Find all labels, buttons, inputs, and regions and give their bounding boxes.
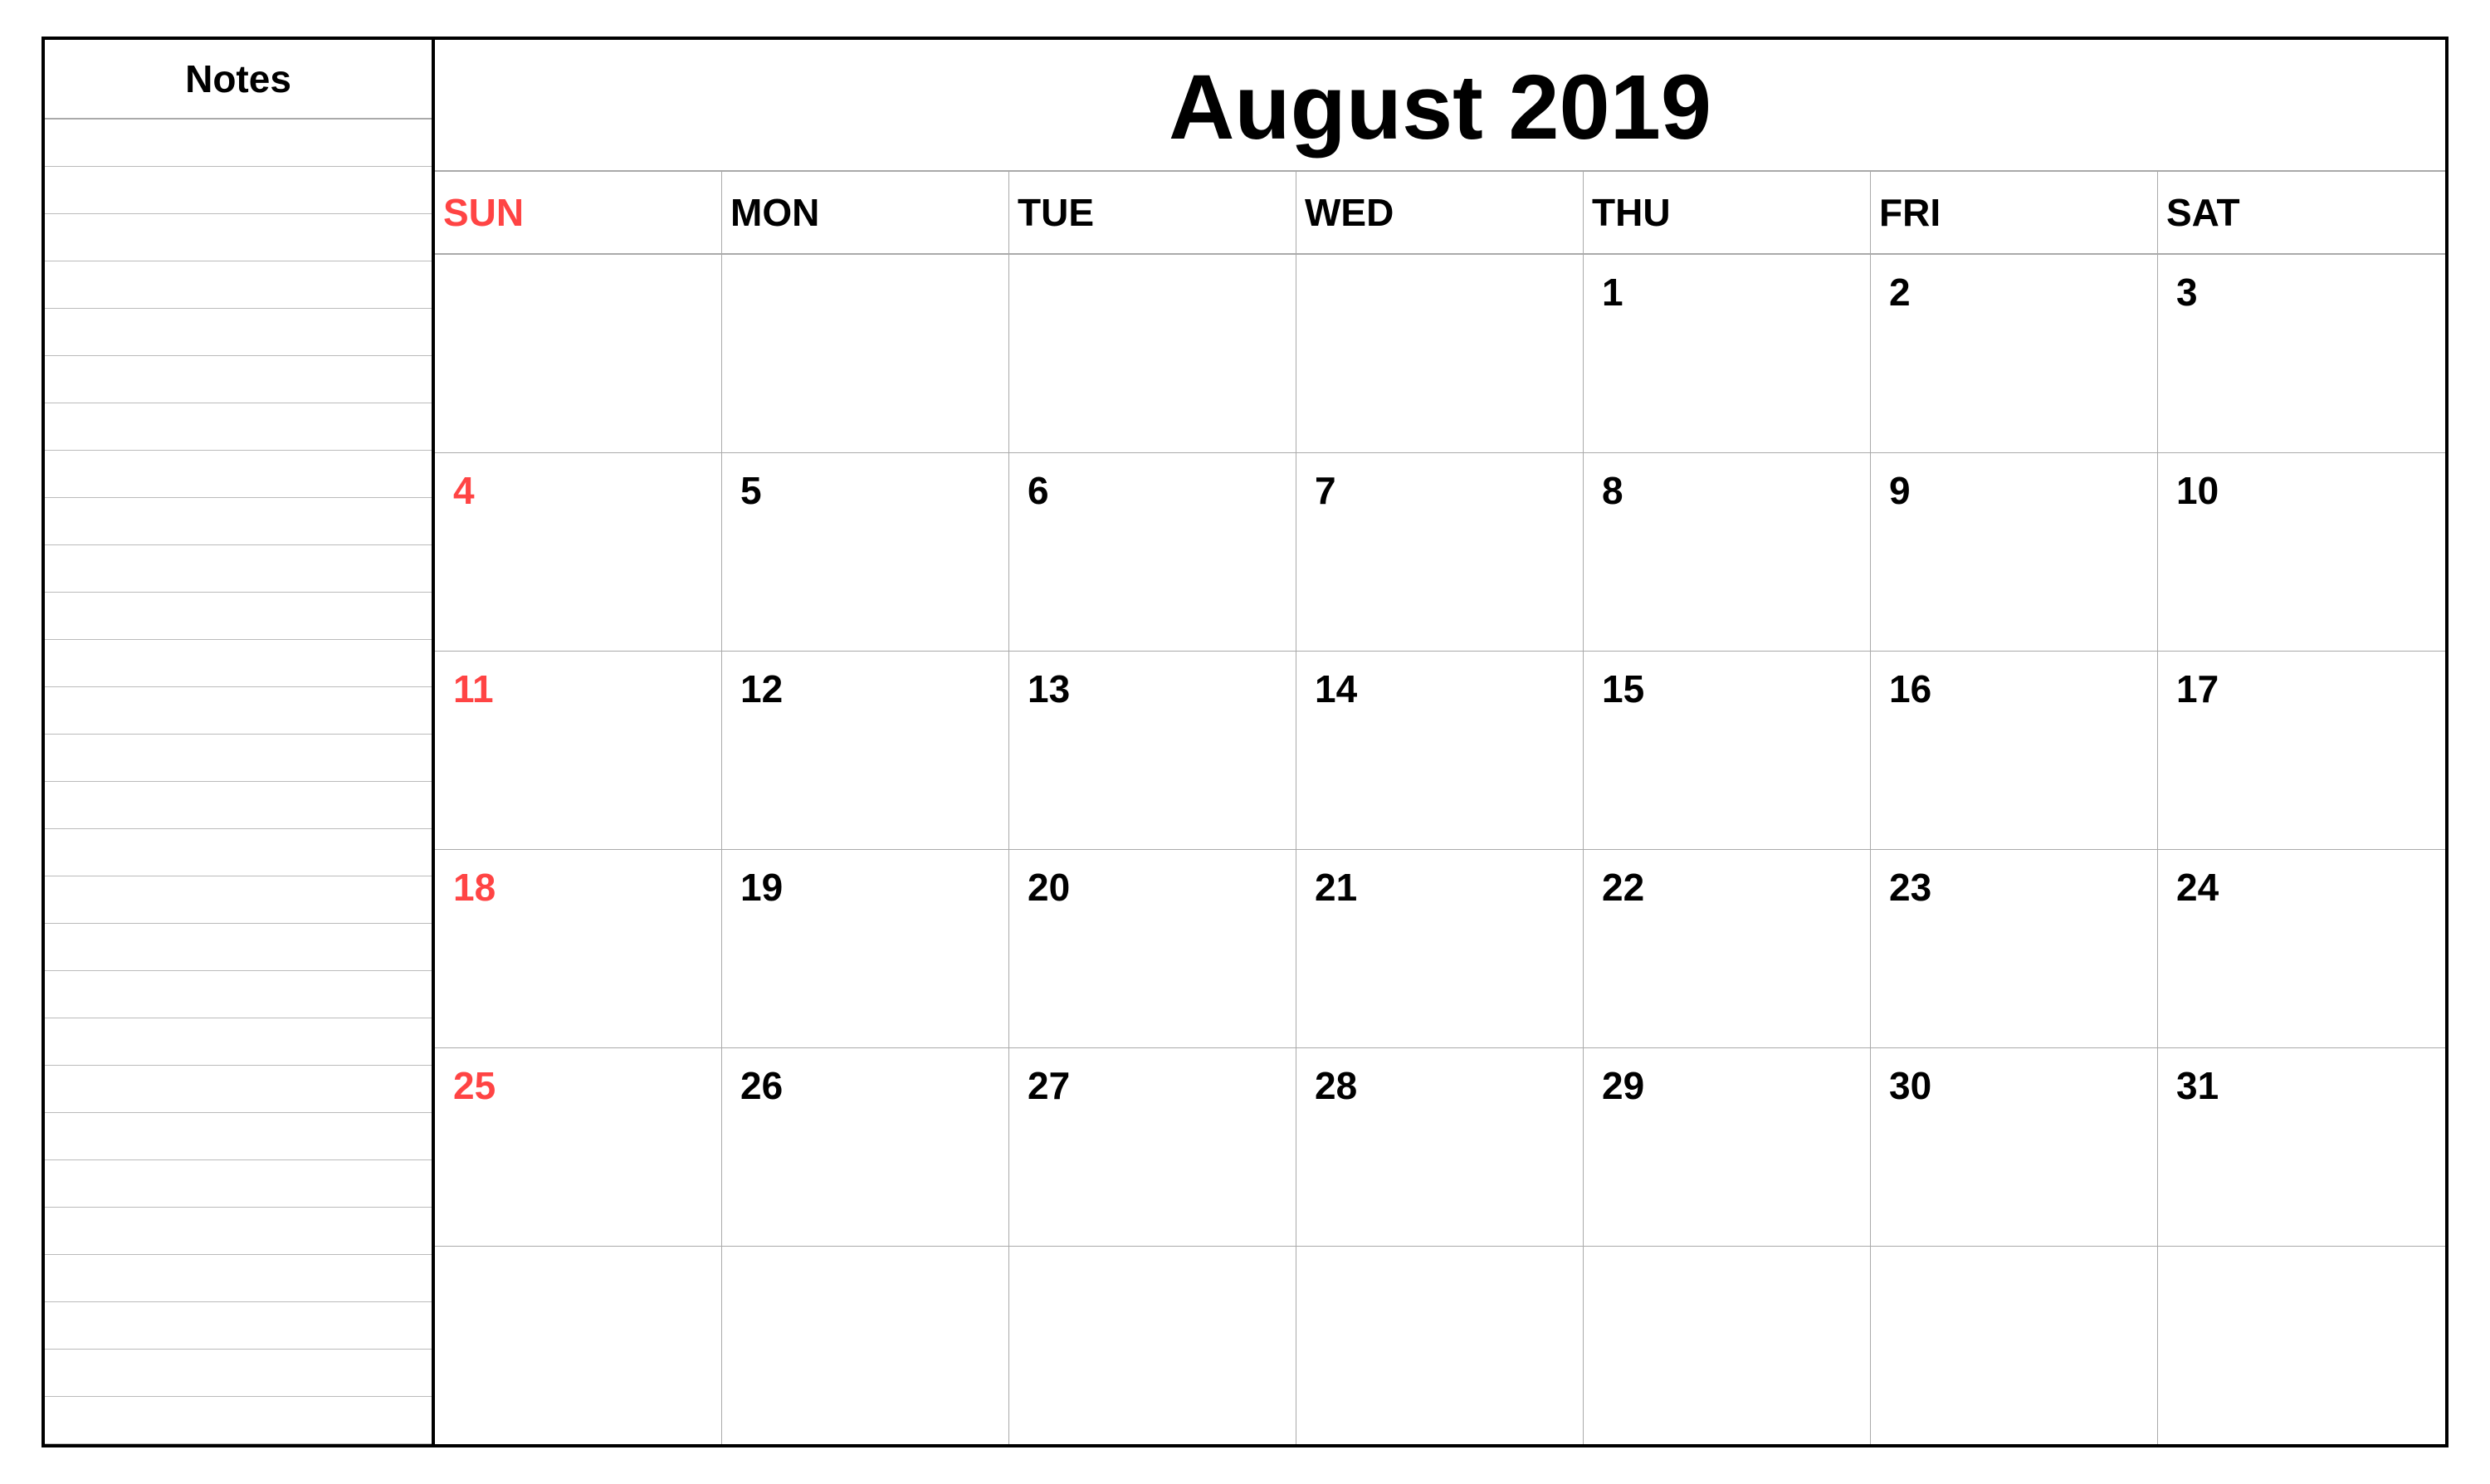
- calendar-day-cell[interactable]: [1584, 1247, 1871, 1444]
- calendar-day-cell[interactable]: 29: [1584, 1048, 1871, 1246]
- calendar-day-cell[interactable]: [1009, 255, 1296, 452]
- calendar-day-cell[interactable]: 21: [1296, 850, 1584, 1047]
- notes-line[interactable]: [45, 1160, 432, 1208]
- calendar-day-cell[interactable]: 3: [2158, 255, 2445, 452]
- calendar-day-cell[interactable]: [2158, 1247, 2445, 1444]
- calendar-day-cell[interactable]: 22: [1584, 850, 1871, 1047]
- calendar-container: Notes August 2019 SUNMONTUEWEDTHUFRISAT …: [42, 37, 2448, 1447]
- notes-line[interactable]: [45, 1066, 432, 1113]
- notes-lines[interactable]: [45, 120, 432, 1444]
- calendar-day-cell[interactable]: [722, 1247, 1009, 1444]
- calendar-week-row: 25262728293031: [435, 1048, 2445, 1247]
- calendar-day-cell[interactable]: [1009, 1247, 1296, 1444]
- day-of-week-header: WED: [1296, 172, 1584, 253]
- calendar-day-cell[interactable]: 9: [1871, 453, 2158, 651]
- day-of-week-header: SUN: [435, 172, 722, 253]
- calendar-week-row: 18192021222324: [435, 850, 2445, 1048]
- calendar-day-cell[interactable]: 1: [1584, 255, 1871, 452]
- day-of-week-header: FRI: [1871, 172, 2158, 253]
- calendar-day-cell[interactable]: 19: [722, 850, 1009, 1047]
- notes-line[interactable]: [45, 403, 432, 451]
- calendar-day-cell[interactable]: 10: [2158, 453, 2445, 651]
- day-of-week-header: TUE: [1009, 172, 1296, 253]
- notes-line[interactable]: [45, 593, 432, 640]
- notes-line[interactable]: [45, 214, 432, 261]
- calendar-day-cell[interactable]: 12: [722, 652, 1009, 849]
- calendar-day-cell[interactable]: 6: [1009, 453, 1296, 651]
- day-of-week-header: MON: [722, 172, 1009, 253]
- calendar-week-row: 45678910: [435, 453, 2445, 652]
- notes-title: Notes: [185, 57, 291, 100]
- days-of-week-header: SUNMONTUEWEDTHUFRISAT: [435, 172, 2445, 255]
- calendar-day-cell[interactable]: 20: [1009, 850, 1296, 1047]
- notes-line[interactable]: [45, 1113, 432, 1160]
- calendar-week-row: [435, 1247, 2445, 1444]
- notes-line[interactable]: [45, 1302, 432, 1350]
- calendar-day-cell[interactable]: 23: [1871, 850, 2158, 1047]
- calendar-title-area: August 2019: [435, 40, 2445, 172]
- notes-line[interactable]: [45, 876, 432, 924]
- calendar-day-cell[interactable]: 30: [1871, 1048, 2158, 1246]
- calendar-day-cell[interactable]: 26: [722, 1048, 1009, 1246]
- notes-line[interactable]: [45, 451, 432, 498]
- calendar-day-cell[interactable]: 8: [1584, 453, 1871, 651]
- notes-line[interactable]: [45, 120, 432, 167]
- notes-line[interactable]: [45, 1255, 432, 1302]
- notes-line[interactable]: [45, 545, 432, 593]
- notes-line[interactable]: [45, 1018, 432, 1066]
- calendar-day-cell[interactable]: 27: [1009, 1048, 1296, 1246]
- notes-section: Notes: [45, 40, 435, 1444]
- notes-line[interactable]: [45, 498, 432, 545]
- notes-line[interactable]: [45, 167, 432, 214]
- notes-line[interactable]: [45, 971, 432, 1018]
- calendar-day-cell[interactable]: 14: [1296, 652, 1584, 849]
- calendar-month-year: August 2019: [1169, 56, 1711, 159]
- calendar-day-cell[interactable]: 15: [1584, 652, 1871, 849]
- calendar-day-cell[interactable]: 16: [1871, 652, 2158, 849]
- calendar-week-row: 11121314151617: [435, 652, 2445, 850]
- calendar-day-cell[interactable]: [722, 255, 1009, 452]
- calendar-day-cell[interactable]: 18: [435, 850, 722, 1047]
- calendar-week-row: 123: [435, 255, 2445, 453]
- notes-line[interactable]: [45, 309, 432, 356]
- calendar-grid: 1234567891011121314151617181920212223242…: [435, 255, 2445, 1444]
- calendar-day-cell[interactable]: [435, 255, 722, 452]
- calendar-day-cell[interactable]: 31: [2158, 1048, 2445, 1246]
- calendar-day-cell[interactable]: [1296, 1247, 1584, 1444]
- calendar-day-cell[interactable]: [1871, 1247, 2158, 1444]
- calendar-section: August 2019 SUNMONTUEWEDTHUFRISAT 123456…: [435, 40, 2445, 1444]
- calendar-day-cell[interactable]: [1296, 255, 1584, 452]
- calendar-day-cell[interactable]: 4: [435, 453, 722, 651]
- notes-line[interactable]: [45, 829, 432, 876]
- calendar-day-cell[interactable]: 11: [435, 652, 722, 849]
- calendar-day-cell[interactable]: 2: [1871, 255, 2158, 452]
- calendar-day-cell[interactable]: 13: [1009, 652, 1296, 849]
- notes-line[interactable]: [45, 1350, 432, 1397]
- notes-header: Notes: [45, 40, 432, 120]
- notes-line[interactable]: [45, 261, 432, 309]
- notes-line[interactable]: [45, 1208, 432, 1255]
- calendar-day-cell[interactable]: 7: [1296, 453, 1584, 651]
- day-of-week-header: THU: [1584, 172, 1871, 253]
- calendar-day-cell[interactable]: 17: [2158, 652, 2445, 849]
- calendar-day-cell[interactable]: 25: [435, 1048, 722, 1246]
- notes-line[interactable]: [45, 735, 432, 782]
- calendar-day-cell[interactable]: 28: [1296, 1048, 1584, 1246]
- calendar-day-cell[interactable]: [435, 1247, 722, 1444]
- notes-line[interactable]: [45, 640, 432, 687]
- calendar-day-cell[interactable]: 5: [722, 453, 1009, 651]
- notes-line[interactable]: [45, 1397, 432, 1444]
- notes-line[interactable]: [45, 924, 432, 971]
- day-of-week-header: SAT: [2158, 172, 2445, 253]
- notes-line[interactable]: [45, 356, 432, 403]
- calendar-day-cell[interactable]: 24: [2158, 850, 2445, 1047]
- notes-line[interactable]: [45, 782, 432, 829]
- notes-line[interactable]: [45, 687, 432, 735]
